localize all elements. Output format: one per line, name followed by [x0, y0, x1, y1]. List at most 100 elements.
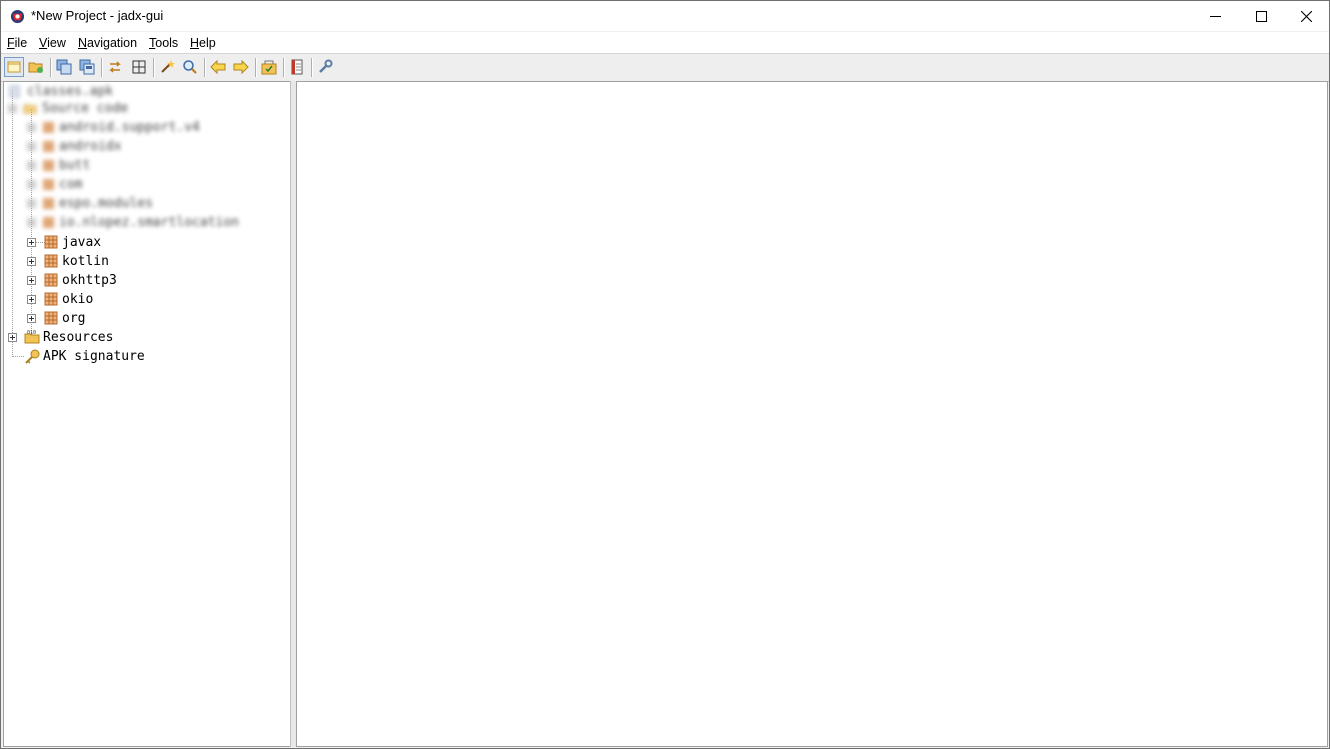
jadx-app-icon	[10, 9, 25, 24]
wand-search-icon	[161, 60, 175, 73]
export-button[interactable]	[78, 58, 96, 76]
back-arrow-icon	[210, 59, 226, 75]
tree-package-row[interactable]: io.nlopez.smartlocation	[27, 213, 239, 232]
tree-source-code-label: Source code	[42, 101, 129, 116]
title-bar[interactable]: *New Project - jadx-gui	[1, 1, 1329, 31]
menu-bar: File View Navigation Tools Help	[1, 32, 1329, 53]
apk-file-icon	[9, 85, 20, 98]
toolbar-separator	[101, 58, 103, 77]
menu-navigation[interactable]: Navigation	[78, 36, 137, 50]
tree-package-label: android.support.v4	[59, 120, 200, 135]
toolbar-separator	[153, 58, 155, 77]
package-icon	[42, 197, 55, 210]
tree-package-kotlin[interactable]: kotlin	[62, 252, 109, 271]
tree-package-row[interactable]: com	[27, 175, 82, 194]
menu-view[interactable]: View	[39, 36, 66, 50]
resources-folder-icon: 010	[24, 330, 40, 344]
package-icon	[44, 311, 58, 325]
expand-toggle-icon[interactable]	[27, 123, 36, 132]
toolbar-separator	[311, 58, 313, 77]
close-icon	[1300, 10, 1312, 22]
tree-package-label: butt	[59, 158, 91, 173]
class-search-button[interactable]	[181, 58, 199, 76]
package-icon	[42, 178, 55, 191]
tree-package-row[interactable]: android.support.v4	[27, 118, 200, 137]
expand-toggle-icon[interactable]	[8, 333, 17, 342]
expand-toggle-icon[interactable]	[27, 199, 36, 208]
maximize-icon	[1255, 10, 1267, 22]
back-button[interactable]	[209, 58, 227, 76]
save-all-icon	[56, 59, 72, 75]
forward-button[interactable]	[232, 58, 250, 76]
tree-resources-row[interactable]: Resources	[43, 328, 113, 347]
folder-open-icon	[23, 104, 37, 114]
tree-source-code-row[interactable]: Source code	[8, 99, 128, 118]
log-viewer-icon	[291, 59, 303, 75]
window-title: *New Project - jadx-gui	[31, 8, 164, 23]
package-icon	[44, 292, 58, 306]
menu-help[interactable]: Help	[190, 36, 216, 50]
close-button[interactable]	[1283, 1, 1329, 31]
menu-file[interactable]: File	[7, 36, 27, 50]
tree-resources-label: Resources	[43, 330, 114, 345]
svg-text:010: 010	[27, 330, 36, 336]
tree-package-label: com	[59, 177, 83, 192]
tree-package-org[interactable]: org	[62, 309, 85, 328]
tree-package-label: androidx	[59, 139, 122, 154]
tree-package-javax[interactable]: javax	[62, 233, 101, 252]
log-viewer-button[interactable]	[288, 58, 306, 76]
tree-package-okhttp3[interactable]: okhttp3	[62, 271, 117, 290]
tree-package-row[interactable]: butt	[27, 156, 90, 175]
open-file-icon	[28, 62, 43, 73]
flatten-packages-button[interactable]	[130, 58, 148, 76]
toolbar-separator	[204, 58, 206, 77]
tree-root-label: classes.apk	[27, 84, 114, 99]
expand-toggle-icon[interactable]	[27, 314, 36, 323]
package-icon	[44, 254, 58, 268]
minimize-button[interactable]	[1192, 1, 1238, 31]
expand-toggle-icon[interactable]	[27, 161, 36, 170]
new-project-icon	[7, 61, 21, 73]
sync-icon	[109, 61, 121, 73]
tree-package-label: io.nlopez.smartlocation	[59, 215, 240, 230]
expand-toggle-icon[interactable]	[27, 257, 36, 266]
expand-toggle-icon[interactable]	[27, 142, 36, 151]
flatten-packages-icon	[132, 60, 146, 74]
app-window: *New Project - jadx-gui File View Naviga…	[0, 0, 1330, 749]
minimize-icon	[1209, 15, 1221, 17]
maximize-button[interactable]	[1238, 1, 1284, 31]
wrench-icon	[319, 59, 333, 73]
package-icon	[42, 216, 55, 229]
project-tree[interactable]: classes.apk Source code android.support.…	[3, 81, 291, 747]
package-icon	[44, 273, 58, 287]
tree-package-row[interactable]: espo.modules	[27, 194, 153, 213]
expand-toggle-icon[interactable]	[27, 180, 36, 189]
tree-apk-signature-label: APK signature	[43, 349, 145, 364]
open-file-button[interactable]	[27, 58, 45, 76]
package-icon	[42, 140, 55, 153]
tree-package-row[interactable]: androidx	[27, 137, 122, 156]
new-project-button[interactable]	[4, 57, 24, 77]
magnifier-icon	[183, 60, 197, 74]
tree-apk-signature-row[interactable]: APK signature	[43, 347, 145, 366]
package-icon	[42, 159, 55, 172]
deobfuscation-button[interactable]	[260, 58, 278, 76]
save-all-button[interactable]	[55, 58, 73, 76]
forward-arrow-icon	[233, 59, 249, 75]
text-search-button[interactable]	[158, 58, 176, 76]
menu-tools[interactable]: Tools	[149, 36, 178, 50]
code-viewer-area[interactable]	[296, 81, 1328, 747]
tree-package-label: okhttp3	[62, 273, 117, 288]
expand-toggle-icon[interactable]	[27, 218, 36, 227]
expand-toggle-icon[interactable]	[8, 104, 17, 113]
preferences-button[interactable]	[316, 58, 334, 76]
sync-button[interactable]	[106, 58, 124, 76]
tree-line	[12, 356, 24, 357]
expand-toggle-icon[interactable]	[27, 276, 36, 285]
tree-package-okio[interactable]: okio	[62, 290, 93, 309]
expand-toggle-icon[interactable]	[27, 295, 36, 304]
tree-package-label: org	[62, 311, 86, 326]
tree-package-label: javax	[62, 235, 102, 250]
expand-toggle-icon[interactable]	[27, 238, 36, 247]
toolbar-separator	[255, 58, 257, 77]
